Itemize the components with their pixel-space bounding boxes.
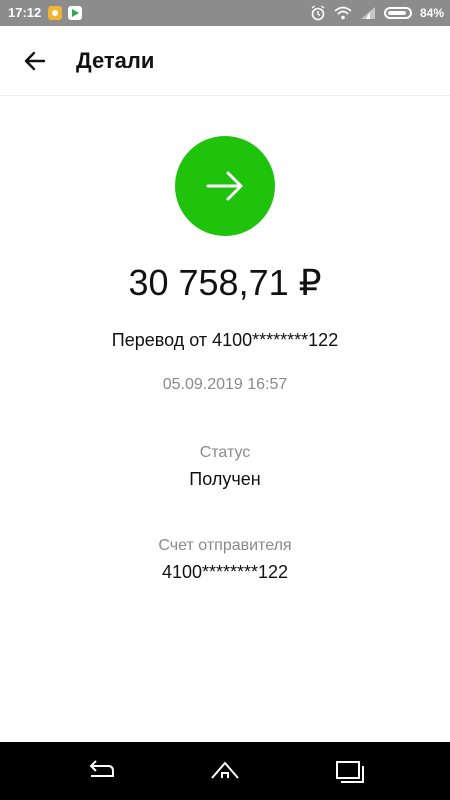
app-bar: Детали (0, 26, 450, 96)
transaction-description: Перевод от 4100********122 (111, 330, 339, 350)
play-store-icon (68, 6, 82, 20)
alarm-icon (311, 5, 325, 21)
transfer-direction-badge (175, 136, 275, 236)
signal-icon (360, 7, 375, 19)
nav-recents-button[interactable] (332, 754, 368, 788)
back-nav-icon (89, 760, 114, 777)
sender-account-label: Счет отправителя (158, 537, 292, 554)
transaction-datetime: 05.09.2019 16:57 (162, 376, 288, 393)
navigation-bar (0, 742, 450, 800)
transaction-amount: 30 758,71 ₽ (128, 262, 322, 303)
nav-home-button[interactable] (207, 754, 243, 788)
sender-account-value: 4100********122 (161, 562, 289, 582)
status-time: 17:12 (8, 5, 42, 20)
home-nav-icon (211, 761, 239, 779)
wifi-icon (334, 6, 352, 20)
status-label: Статус (199, 444, 251, 461)
recents-nav-icon (336, 761, 364, 783)
back-button[interactable] (14, 40, 56, 82)
battery-percent: 84% (419, 6, 444, 20)
arrow-left-icon (24, 51, 46, 71)
status-value: Получен (189, 469, 261, 489)
arrow-right-icon (206, 171, 243, 201)
page-title: Детали (76, 48, 155, 73)
status-bar: 17:12 84% (0, 0, 450, 26)
battery-icon (383, 7, 412, 19)
app-notification-icon (48, 6, 62, 20)
status-indicators: 84% (310, 4, 444, 22)
nav-back-button[interactable] (82, 754, 118, 788)
